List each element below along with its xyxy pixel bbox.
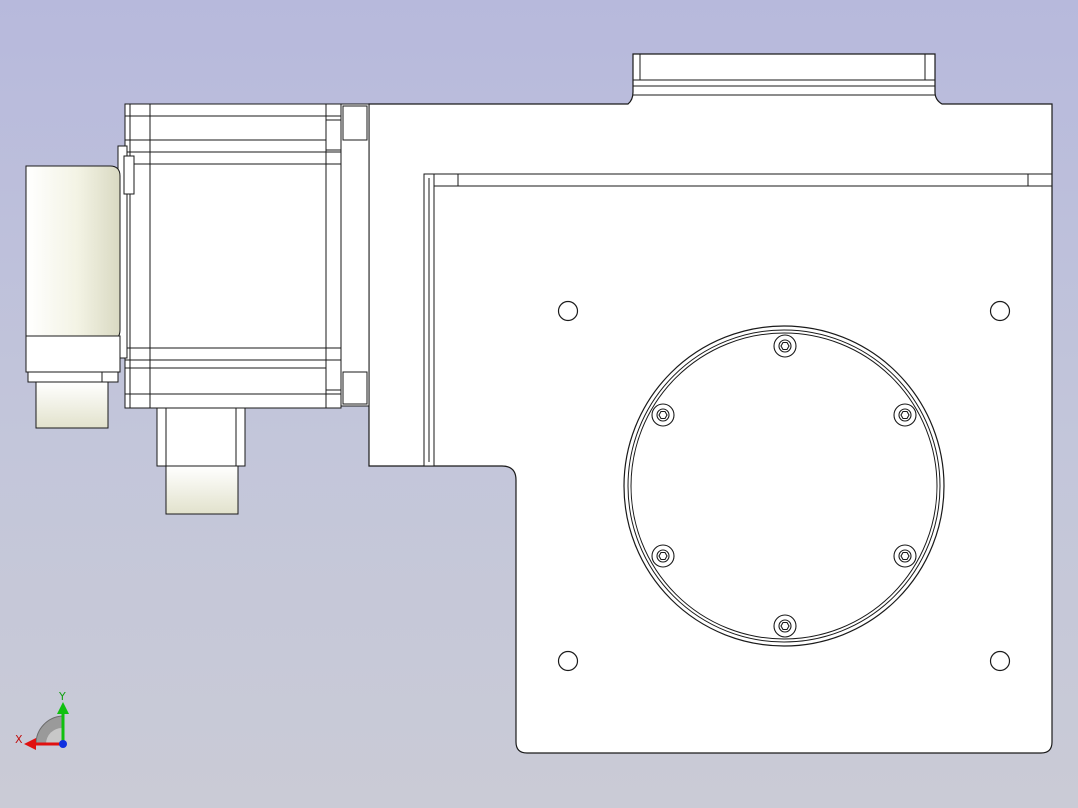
motor-body <box>124 103 342 409</box>
screw-top <box>773 334 797 358</box>
hole-top-left <box>557 300 579 322</box>
cad-viewport[interactable]: Y X <box>0 0 1078 808</box>
encoder-housing <box>25 165 121 383</box>
model-view[interactable]: Y X <box>0 0 1078 808</box>
power-connector <box>156 407 246 515</box>
encoder-connector <box>35 381 109 429</box>
y-axis-label: Y <box>58 690 66 703</box>
hole-bottom-right <box>989 650 1011 672</box>
screw-lower-left <box>651 544 675 568</box>
screw-bottom <box>773 614 797 638</box>
flange-strip <box>423 173 435 467</box>
motor-adapter <box>340 103 370 407</box>
hole-top-right <box>989 300 1011 322</box>
axis-triad[interactable]: Y X <box>15 690 69 750</box>
screw-lower-right <box>893 544 917 568</box>
screw-upper-left <box>651 403 675 427</box>
x-axis-arrowhead <box>24 738 36 750</box>
hole-bottom-left <box>557 650 579 672</box>
z-axis-dot <box>59 740 67 748</box>
rotary-disc <box>623 325 945 647</box>
x-axis-label: X <box>15 733 23 746</box>
screw-upper-right <box>893 403 917 427</box>
y-axis-arrowhead <box>57 702 69 714</box>
